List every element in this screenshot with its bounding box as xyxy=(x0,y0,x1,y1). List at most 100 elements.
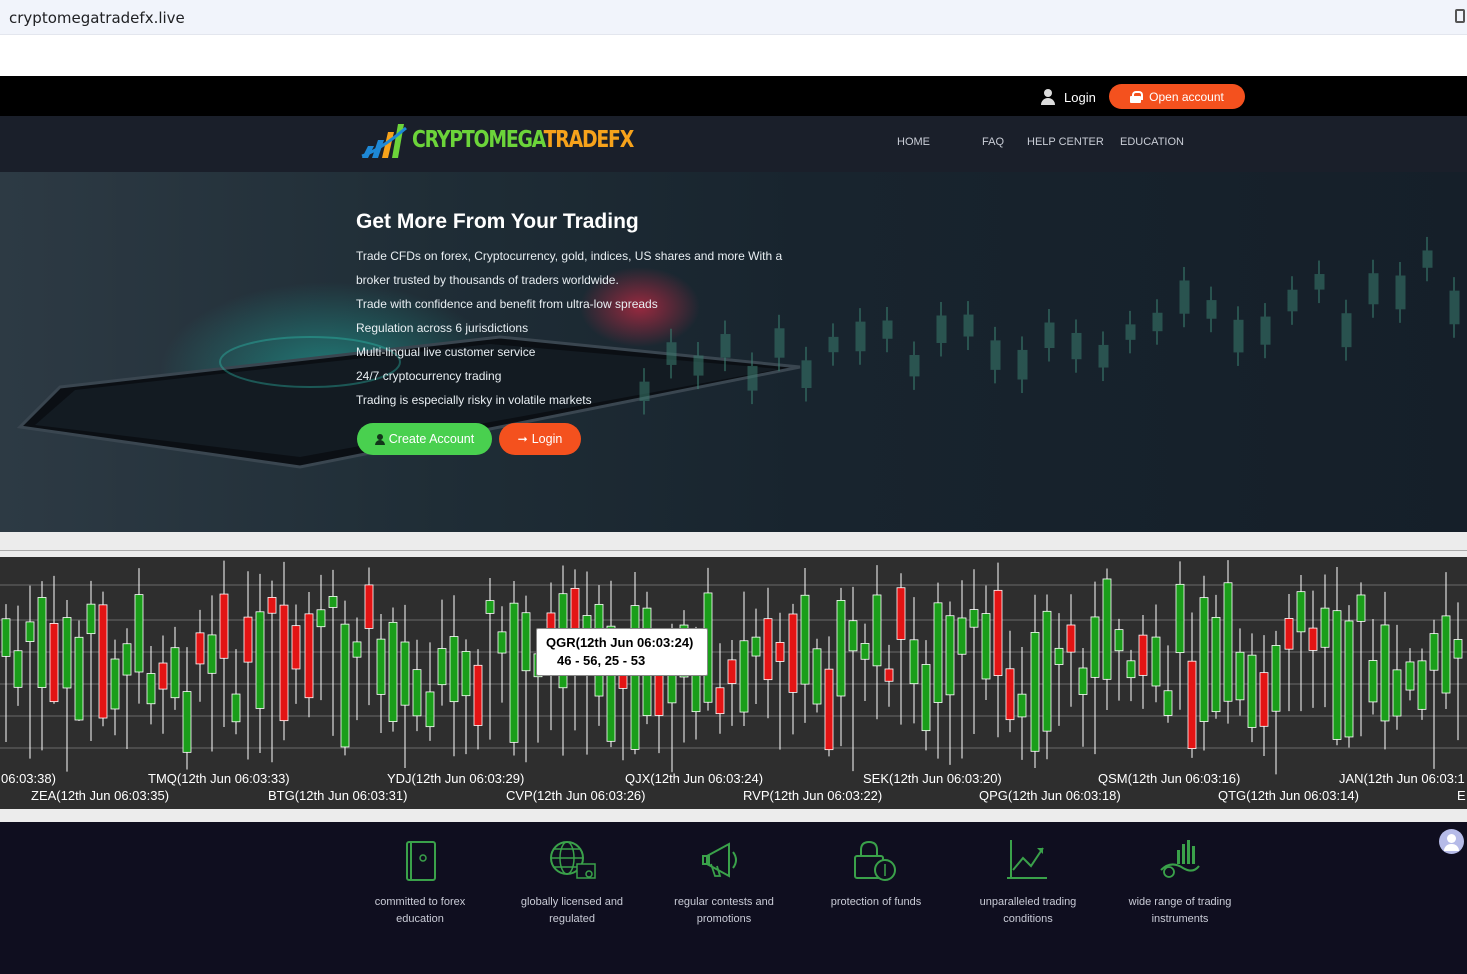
candle-body xyxy=(146,673,156,705)
candle-body xyxy=(364,584,374,629)
open-account-button[interactable]: Open account xyxy=(1109,84,1245,109)
x-tick-label: E xyxy=(1457,788,1466,803)
create-account-label: Create Account xyxy=(388,432,475,446)
feature-item: protection of funds xyxy=(806,836,946,911)
background-candle-body xyxy=(882,320,893,339)
hero-line: broker trusted by thousands of traders w… xyxy=(356,273,619,287)
bar-chart-logo-icon xyxy=(361,124,407,158)
candle-body xyxy=(1296,591,1306,633)
candle-body xyxy=(800,594,810,685)
candle-body xyxy=(788,613,798,693)
candle-body xyxy=(86,603,96,635)
candle-body xyxy=(1114,629,1124,652)
candle-body xyxy=(1271,645,1281,712)
candle-body xyxy=(1054,647,1064,665)
nav-home[interactable]: HOME xyxy=(897,136,930,148)
candle-body xyxy=(1042,610,1052,732)
candle-body xyxy=(775,642,785,662)
candle-body xyxy=(291,625,301,670)
background-candle-body xyxy=(1206,300,1217,319)
candle-body xyxy=(219,593,229,659)
open-account-label: Open account xyxy=(1149,89,1224,104)
top-login-link[interactable]: Login xyxy=(1040,89,1096,105)
candle-body xyxy=(763,618,773,681)
candle-body xyxy=(400,641,410,706)
feature-item: committed to forex education xyxy=(350,836,490,928)
candle-body xyxy=(848,620,858,652)
x-tick-label: 06:03:38) xyxy=(1,771,56,786)
candle-body xyxy=(1066,624,1076,653)
section-divider xyxy=(0,812,1467,822)
feature-label-line1: protection of funds xyxy=(830,896,922,908)
candle-body xyxy=(207,634,217,674)
candle-body xyxy=(945,615,955,696)
candle-body xyxy=(1441,615,1451,694)
hero-line: Trade CFDs on forex, Cryptocurrency, gol… xyxy=(356,249,783,263)
candlestick-chart[interactable]: QGR(12th Jun 06:03:24) 46 - 56, 25 - 53 … xyxy=(0,550,1467,812)
background-candle-body xyxy=(1260,316,1271,345)
candle-body xyxy=(279,604,289,722)
hero-buttons: Create Account ➞ Login xyxy=(357,423,581,455)
candle-body xyxy=(933,602,943,703)
background-candle-body xyxy=(1044,322,1055,348)
candle-body xyxy=(328,596,338,608)
candle-body xyxy=(1320,607,1330,648)
background-candle-body xyxy=(1395,275,1406,310)
candle-body xyxy=(425,691,435,728)
top-login-label: Login xyxy=(1064,89,1096,105)
candle-body xyxy=(1392,669,1402,717)
hero-title: Get More From Your Trading xyxy=(356,210,639,233)
candle-body xyxy=(1284,618,1294,650)
background-candle-body xyxy=(1017,349,1028,380)
extension-icon[interactable] xyxy=(1455,9,1465,23)
candle-body xyxy=(110,658,120,710)
candle-body xyxy=(158,662,168,690)
x-tick-label: CVP(12th Jun 06:03:26) xyxy=(506,788,646,803)
features-section: committed to forex education globally li… xyxy=(0,822,1467,974)
candle-body xyxy=(98,604,108,719)
candle-body xyxy=(957,617,967,655)
candle-body xyxy=(1126,660,1136,679)
candle-body xyxy=(1175,583,1185,654)
candle-body xyxy=(1380,624,1390,722)
browser-url-bar[interactable]: cryptomegatradefx.live xyxy=(0,0,1467,35)
x-tick-label: QTG(12th Jun 06:03:14) xyxy=(1218,788,1359,803)
sign-in-icon: ➞ xyxy=(517,432,528,446)
create-account-button[interactable]: Create Account xyxy=(357,423,492,455)
feature-label-line1: globally licensed and xyxy=(520,896,624,908)
candle-body xyxy=(1163,690,1173,716)
brand-logo[interactable]: CRYPTOMEGATRADEFX xyxy=(360,120,682,160)
candle-body xyxy=(243,616,253,663)
candle-body xyxy=(352,641,362,658)
candle-body xyxy=(1259,672,1269,727)
candle-body xyxy=(255,611,265,709)
megaphone-icon xyxy=(702,842,737,878)
candle-body xyxy=(388,621,398,722)
hero-line: Regulation across 6 jurisdictions xyxy=(356,321,529,335)
candle-body xyxy=(1017,693,1027,718)
candle-body xyxy=(1151,636,1161,687)
nav-help-center[interactable]: HELP CENTER xyxy=(1027,136,1104,148)
tooltip-title: QGR(12th Jun 06:03:24) xyxy=(546,635,694,650)
x-tick-label: SEK(12th Jun 06:03:20) xyxy=(863,771,1002,786)
candle-body xyxy=(340,623,350,748)
candle-body xyxy=(1453,639,1463,659)
candle-body xyxy=(316,609,326,628)
hero-login-button[interactable]: ➞ Login xyxy=(499,423,581,455)
hero-content: Get More From Your Trading Trade CFDs on… xyxy=(356,210,782,412)
user-icon xyxy=(374,433,385,445)
chat-avatar-icon[interactable] xyxy=(1439,829,1464,854)
nav-faq[interactable]: FAQ xyxy=(982,136,1004,148)
background-candle-body xyxy=(963,314,974,337)
user-icon xyxy=(1040,89,1056,105)
candle-body xyxy=(304,613,314,699)
background-candle-body xyxy=(1098,344,1109,368)
nav-education[interactable]: EDUCATION xyxy=(1120,136,1184,148)
candle-body xyxy=(884,668,894,682)
candle-body xyxy=(1356,594,1366,622)
candle-body xyxy=(1138,634,1148,676)
url-text[interactable]: cryptomegatradefx.live xyxy=(9,9,185,27)
background-candle-body xyxy=(909,355,920,377)
candle-body xyxy=(1429,633,1439,671)
candle-body xyxy=(521,612,531,672)
